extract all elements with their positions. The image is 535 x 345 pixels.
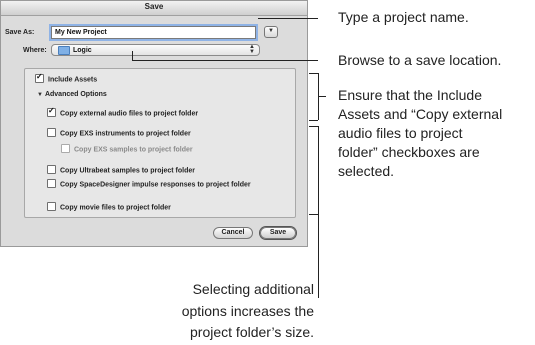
save-dialog: Save Save As: My New Project ▼ Where: Lo… [0, 0, 308, 247]
copy-exs-samples-checkbox: Copy EXS samples to project folder [61, 144, 193, 154]
checkbox-icon [47, 128, 56, 137]
copy-exs-samples-label: Copy EXS samples to project folder [74, 146, 193, 154]
popup-arrows-icon: ▲ ▼ [249, 44, 255, 55]
chevron-down-icon: ▼ [268, 28, 274, 34]
dialog-title: Save [144, 2, 164, 11]
folder-icon [58, 45, 70, 55]
callout-bracket-assets-pointer [318, 96, 326, 97]
callout-size-3: project folder’s size. [190, 324, 314, 340]
callout-line-name [258, 18, 318, 19]
callout-name: Type a project name. [338, 9, 469, 25]
advanced-options-label: Advanced Options [44, 91, 107, 98]
callout-size-2: options increases the [181, 303, 314, 319]
copy-exs-instruments-checkbox[interactable]: Copy EXS instruments to project folder [47, 128, 191, 138]
callout-assets-1: Ensure that the Include [338, 87, 482, 103]
checkbox-checked-icon [47, 106, 56, 117]
callout-bracket-assets-top [309, 73, 318, 74]
callout-size-1: Selecting additional [192, 281, 314, 297]
disclosure-triangle-icon: ▼ [37, 92, 43, 98]
callout-bracket-size-top [309, 126, 318, 127]
callout-bracket-size [318, 126, 319, 214]
save-button[interactable]: Save [260, 227, 296, 239]
checkbox-icon [47, 179, 56, 188]
copy-spacedesigner-label: Copy SpaceDesigner impulse responses to … [60, 181, 251, 189]
copy-ultrabeat-label: Copy Ultrabeat samples to project folder [60, 167, 195, 175]
callout-assets-2: Assets and “Copy external [338, 106, 503, 122]
callout-line-location [132, 60, 318, 61]
callout-location: Browse to a save location. [338, 52, 502, 68]
checkbox-icon [47, 202, 56, 211]
include-assets-label: Include Assets [48, 76, 98, 84]
checkbox-icon [61, 144, 70, 153]
save-as-label: Save As: [5, 29, 35, 36]
callout-bracket-assets-bottom [309, 120, 318, 121]
where-popup[interactable]: Logic ▲ ▼ [51, 44, 260, 56]
checkbox-checked-icon [35, 72, 44, 83]
copy-movie-label: Copy movie files to project folder [60, 204, 171, 212]
save-as-input[interactable]: My New Project [51, 26, 256, 39]
cancel-button[interactable]: Cancel [213, 227, 253, 239]
copy-exs-instruments-label: Copy EXS instruments to project folder [60, 130, 191, 138]
callout-line-size [318, 214, 319, 298]
checkbox-icon [47, 165, 56, 174]
advanced-options-disclosure[interactable]: ▼ Advanced Options [37, 91, 107, 98]
callout-line-location-tick [132, 51, 133, 61]
options-panel: Include Assets ▼Advanced Options Copy ex… [24, 68, 296, 218]
callout-assets-5: selected. [338, 163, 395, 179]
copy-audio-label: Copy external audio files to project fol… [60, 110, 199, 118]
callout-assets-3: audio files to project [338, 125, 463, 141]
copy-movie-checkbox[interactable]: Copy movie files to project folder [47, 202, 171, 212]
copy-ultrabeat-checkbox[interactable]: Copy Ultrabeat samples to project folder [47, 165, 195, 175]
where-value: Logic [73, 47, 92, 54]
include-assets-checkbox[interactable]: Include Assets [35, 72, 98, 84]
copy-spacedesigner-checkbox[interactable]: Copy SpaceDesigner impulse responses to … [47, 179, 251, 189]
expand-browser-button[interactable]: ▼ [264, 26, 278, 38]
callout-assets-4: folder” checkboxes are [338, 144, 480, 160]
callout-bracket-size-bottom [309, 214, 318, 215]
copy-audio-checkbox[interactable]: Copy external audio files to project fol… [47, 106, 199, 118]
where-label: Where: [23, 47, 47, 54]
dialog-titlebar: Save [1, 1, 307, 16]
